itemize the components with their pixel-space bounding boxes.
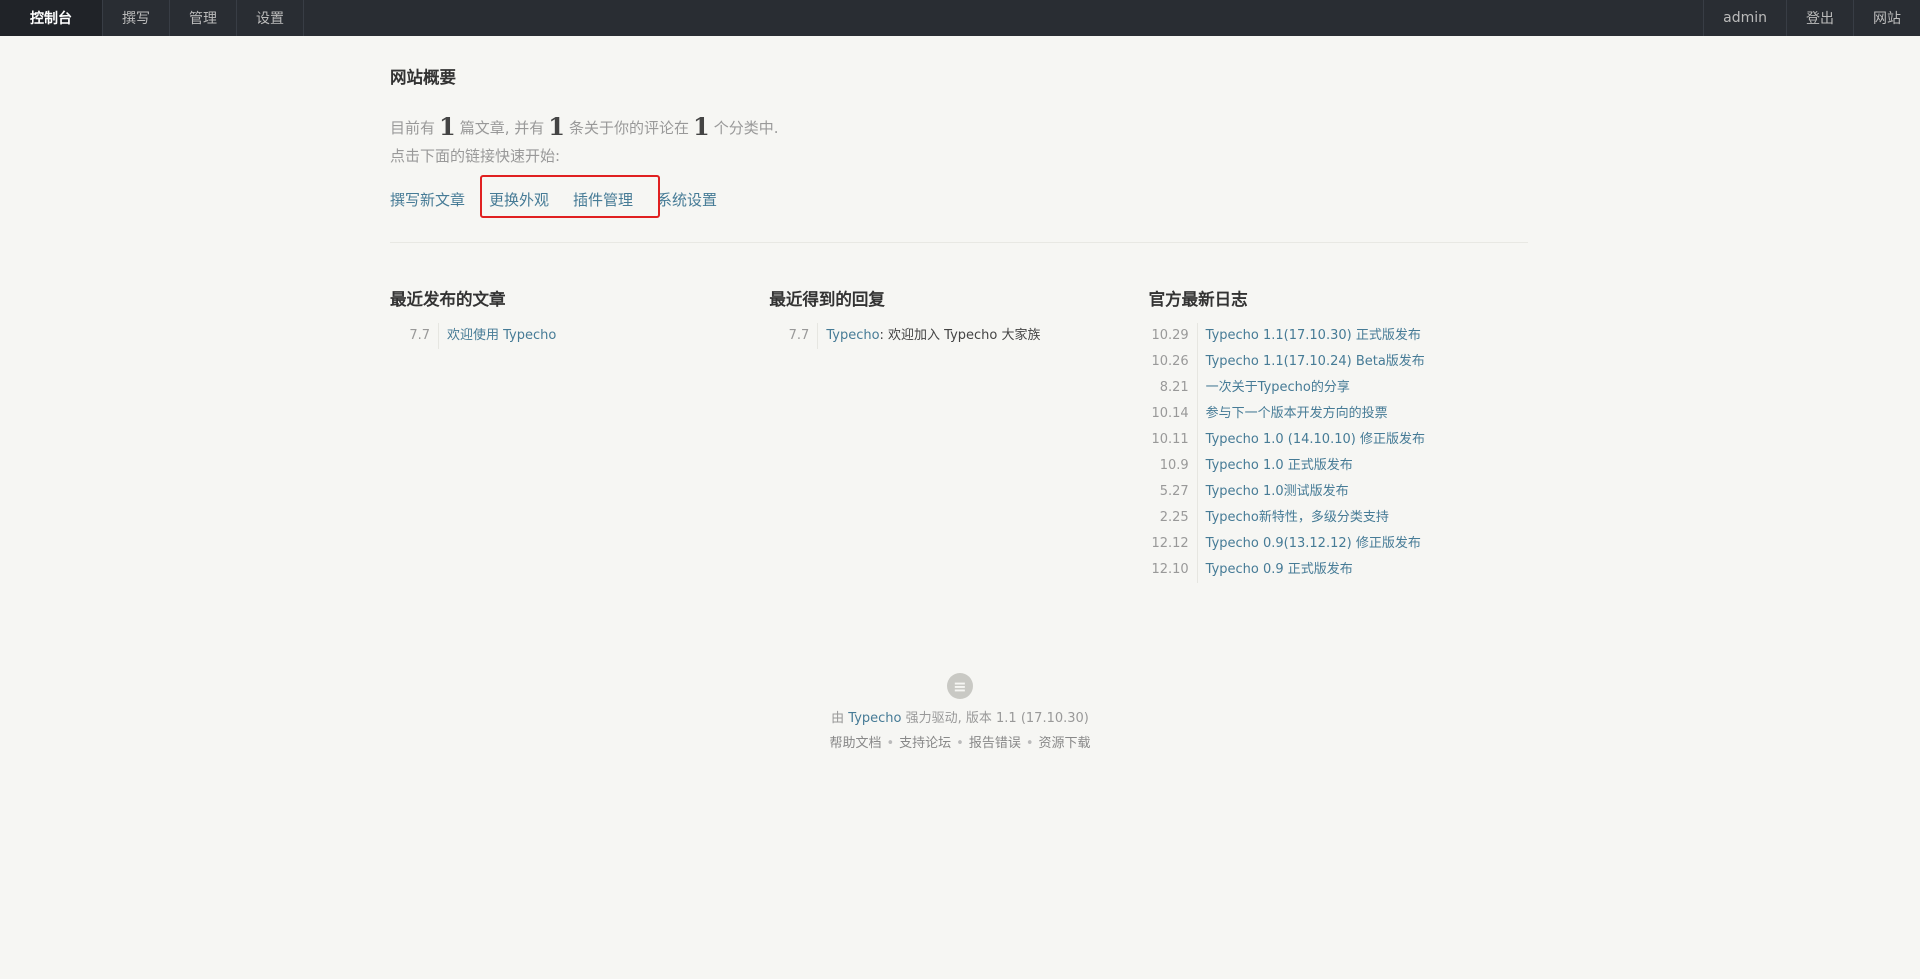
categories-count: 1 bbox=[692, 112, 710, 141]
summary-text: 条关于你的评论在 bbox=[568, 119, 689, 137]
list-item: 12.12 Typecho 0.9(13.12.12) 修正版发布 bbox=[1149, 531, 1528, 557]
nav-website[interactable]: 网站 bbox=[1853, 0, 1920, 36]
log-link[interactable]: Typecho 1.1(17.10.24) Beta版发布 bbox=[1206, 349, 1425, 375]
top-navbar: 控制台 撰写 管理 设置 admin 登出 网站 bbox=[0, 0, 1920, 36]
separator: • bbox=[1025, 736, 1034, 751]
official-log-section: 官方最新日志 10.29 Typecho 1.1(17.10.30) 正式版发布 … bbox=[1149, 286, 1528, 583]
list-item: 2.25 Typecho新特性，多级分类支持 bbox=[1149, 505, 1528, 531]
comments-count: 1 bbox=[548, 112, 565, 141]
log-date: 12.12 bbox=[1149, 531, 1198, 557]
log-date: 10.9 bbox=[1149, 453, 1198, 479]
list-item: 5.27 Typecho 1.0测试版发布 bbox=[1149, 479, 1528, 505]
log-date: 10.29 bbox=[1149, 323, 1198, 349]
reply-text: : 欢迎加入 Typecho 大家族 bbox=[879, 328, 1041, 343]
quick-links: 撰写新文章 更换外观 插件管理 系统设置 bbox=[390, 175, 1528, 218]
write-post-link[interactable]: 撰写新文章 bbox=[390, 189, 465, 210]
support-forum-link[interactable]: 支持论坛 bbox=[899, 736, 951, 751]
log-link[interactable]: Typecho 1.0 正式版发布 bbox=[1206, 453, 1353, 479]
log-date: 12.10 bbox=[1149, 557, 1198, 583]
powered-by: 由 Typecho 强力驱动, 版本 1.1 (17.10.30) bbox=[0, 709, 1920, 729]
reply-date: 7.7 bbox=[769, 323, 819, 349]
nav-settings[interactable]: 设置 bbox=[237, 0, 304, 36]
list-item: 10.26 Typecho 1.1(17.10.24) Beta版发布 bbox=[1149, 349, 1528, 375]
plugin-manage-link[interactable]: 插件管理 bbox=[573, 189, 633, 210]
powered-prefix: 由 bbox=[831, 711, 845, 726]
divider bbox=[390, 242, 1528, 243]
list-item: 7.7 Typecho: 欢迎加入 Typecho 大家族 bbox=[769, 323, 1148, 349]
list-item: 7.7 欢迎使用 Typecho bbox=[390, 323, 769, 349]
log-date: 8.21 bbox=[1149, 375, 1198, 401]
log-date: 10.26 bbox=[1149, 349, 1198, 375]
summary-text: 目前有 bbox=[390, 119, 436, 137]
summary-text: 篇文章, 并有 bbox=[459, 119, 545, 137]
log-link[interactable]: Typecho 0.9 正式版发布 bbox=[1206, 557, 1353, 583]
help-docs-link[interactable]: 帮助文档 bbox=[829, 736, 881, 751]
post-date: 7.7 bbox=[390, 323, 439, 349]
report-bug-link[interactable]: 报告错误 bbox=[969, 736, 1021, 751]
log-link[interactable]: Typecho新特性，多级分类支持 bbox=[1206, 505, 1389, 531]
list-item: 10.11 Typecho 1.0 (14.10.10) 修正版发布 bbox=[1149, 427, 1528, 453]
list-item: 12.10 Typecho 0.9 正式版发布 bbox=[1149, 557, 1528, 583]
nav-dashboard[interactable]: 控制台 bbox=[0, 0, 103, 36]
post-link[interactable]: 欢迎使用 Typecho bbox=[447, 323, 556, 349]
list-item: 8.21 一次关于Typecho的分享 bbox=[1149, 375, 1528, 401]
summary-text: 个分类中. bbox=[713, 119, 779, 137]
log-link[interactable]: Typecho 1.0 (14.10.10) 修正版发布 bbox=[1206, 427, 1425, 453]
site-summary: 目前有 1 篇文章, 并有 1 条关于你的评论在 1 个分类中. bbox=[390, 113, 1528, 142]
page-title: 网站概要 bbox=[390, 68, 456, 87]
recent-replies-list: 7.7 Typecho: 欢迎加入 Typecho 大家族 bbox=[769, 323, 1148, 349]
log-date: 10.14 bbox=[1149, 401, 1198, 427]
separator: • bbox=[886, 736, 895, 751]
official-log-title: 官方最新日志 bbox=[1148, 290, 1248, 309]
nav-write[interactable]: 撰写 bbox=[103, 0, 170, 36]
separator: • bbox=[956, 736, 964, 751]
recent-posts-title: 最近发布的文章 bbox=[390, 290, 506, 309]
footer-links: 帮助文档 • 支持论坛 • 报告错误 • 资源下载 bbox=[0, 734, 1920, 754]
quick-start-hint: 点击下面的链接快速开始: bbox=[390, 147, 561, 165]
log-date: 5.27 bbox=[1149, 479, 1198, 505]
official-log-list: 10.29 Typecho 1.1(17.10.30) 正式版发布 10.26 Ty… bbox=[1149, 323, 1528, 583]
dashboard-columns: 最近发布的文章 7.7 欢迎使用 Typecho 最近得到的回复 7.7 Typ… bbox=[390, 286, 1528, 583]
recent-posts-list: 7.7 欢迎使用 Typecho bbox=[390, 323, 769, 349]
nav-user-admin[interactable]: admin bbox=[1703, 0, 1786, 36]
typecho-link[interactable]: Typecho bbox=[848, 711, 901, 726]
nav-logout[interactable]: 登出 bbox=[1786, 0, 1853, 36]
log-date: 10.11 bbox=[1149, 427, 1198, 453]
nav-left: 控制台 撰写 管理 设置 bbox=[0, 0, 304, 36]
log-link[interactable]: Typecho 1.0测试版发布 bbox=[1206, 479, 1349, 505]
list-item: 10.14 参与下一个版本开发方向的投票 bbox=[1149, 401, 1528, 427]
log-link[interactable]: 一次关于Typecho的分享 bbox=[1206, 375, 1350, 401]
system-settings-link[interactable]: 系统设置 bbox=[657, 189, 717, 210]
log-link[interactable]: Typecho 1.1(17.10.30) 正式版发布 bbox=[1206, 323, 1421, 349]
log-link[interactable]: 参与下一个版本开发方向的投票 bbox=[1206, 401, 1388, 427]
recent-replies-section: 最近得到的回复 7.7 Typecho: 欢迎加入 Typecho 大家族 bbox=[769, 286, 1148, 583]
nav-right: admin 登出 网站 bbox=[1703, 0, 1920, 36]
nav-manage[interactable]: 管理 bbox=[170, 0, 237, 36]
list-item: 10.9 Typecho 1.0 正式版发布 bbox=[1149, 453, 1528, 479]
typecho-logo-icon: ≡ bbox=[947, 673, 973, 699]
posts-count: 1 bbox=[439, 112, 456, 141]
change-theme-link[interactable]: 更换外观 bbox=[489, 189, 549, 210]
main-content: 网站概要 目前有 1 篇文章, 并有 1 条关于你的评论在 1 个分类中. 点击下面的链接快… bbox=[390, 36, 1528, 583]
log-link[interactable]: Typecho 0.9(13.12.12) 修正版发布 bbox=[1206, 531, 1421, 557]
reply-author-link[interactable]: Typecho bbox=[826, 328, 879, 343]
list-item: 10.29 Typecho 1.1(17.10.30) 正式版发布 bbox=[1149, 323, 1528, 349]
recent-replies-title: 最近得到的回复 bbox=[769, 290, 885, 309]
recent-posts-section: 最近发布的文章 7.7 欢迎使用 Typecho bbox=[390, 286, 769, 583]
powered-suffix: 强力驱动, 版本 1.1 (17.10.30) bbox=[905, 711, 1089, 726]
footer: ≡ 由 Typecho 强力驱动, 版本 1.1 (17.10.30) 帮助文档… bbox=[0, 673, 1920, 754]
resource-download-link[interactable]: 资源下载 bbox=[1039, 736, 1091, 751]
log-date: 2.25 bbox=[1149, 505, 1198, 531]
